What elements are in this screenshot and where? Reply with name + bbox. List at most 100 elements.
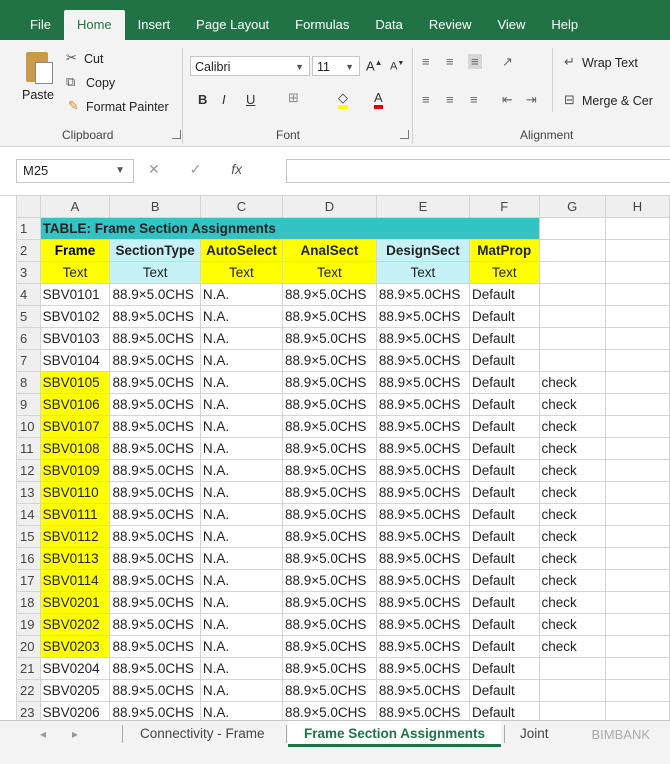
increase-indent-icon[interactable]: ⇥ xyxy=(526,92,537,108)
decrease-font-icon[interactable]: A▼ xyxy=(390,60,404,73)
cell[interactable] xyxy=(604,657,670,680)
cell-auto[interactable]: N.A. xyxy=(199,679,283,702)
cell-mat[interactable]: Default xyxy=(468,547,540,570)
cell-auto[interactable]: N.A. xyxy=(199,283,283,306)
cell-mat[interactable]: Default xyxy=(468,349,540,372)
cell-g[interactable]: check xyxy=(538,569,606,592)
cell[interactable] xyxy=(604,283,670,306)
cell-frame[interactable]: SBV0104 xyxy=(39,349,111,372)
cell-anal[interactable]: 88.9×5.0CHS xyxy=(281,657,377,680)
cell-design[interactable]: 88.9×5.0CHS xyxy=(375,657,470,680)
header-analsect[interactable]: AnalSect xyxy=(281,239,377,262)
cell-section[interactable]: 88.9×5.0CHS xyxy=(109,679,201,702)
cell-mat[interactable]: Default xyxy=(468,283,540,306)
worksheet-grid[interactable]: ABCDEFGH 1 TABLE: Frame Section Assignme… xyxy=(16,195,670,724)
cell-design[interactable]: 88.9×5.0CHS xyxy=(375,635,470,658)
cell-design[interactable]: 88.9×5.0CHS xyxy=(375,459,470,482)
cell-auto[interactable]: N.A. xyxy=(199,613,283,636)
cell-g[interactable]: check xyxy=(538,437,606,460)
merge-center-icon[interactable]: ⊟ xyxy=(564,92,575,108)
cell-mat[interactable]: Default xyxy=(468,327,540,350)
cell-anal[interactable]: 88.9×5.0CHS xyxy=(281,635,377,658)
cell-mat[interactable]: Default xyxy=(468,635,540,658)
cell-frame[interactable]: SBV0203 xyxy=(39,635,111,658)
cell-mat[interactable]: Default xyxy=(468,503,540,526)
unit-cell[interactable]: Text xyxy=(109,261,201,284)
cell-mat[interactable]: Default xyxy=(468,569,540,592)
cell[interactable] xyxy=(604,349,670,372)
cell-frame[interactable]: SBV0111 xyxy=(39,503,111,526)
cell[interactable] xyxy=(604,415,670,438)
cell-design[interactable]: 88.9×5.0CHS xyxy=(375,591,470,614)
cell-auto[interactable]: N.A. xyxy=(199,393,283,416)
cell-auto[interactable]: N.A. xyxy=(199,635,283,658)
row-header[interactable]: 22 xyxy=(16,679,41,702)
cell[interactable] xyxy=(604,503,670,526)
cell[interactable] xyxy=(604,459,670,482)
column-header-c[interactable]: C xyxy=(199,195,283,218)
cell-mat[interactable]: Default xyxy=(468,613,540,636)
prev-sheet-icon[interactable]: ◂ xyxy=(40,727,46,741)
cell-section[interactable]: 88.9×5.0CHS xyxy=(109,393,201,416)
cell[interactable] xyxy=(538,261,606,284)
sheet-tab-joint[interactable]: Joint xyxy=(504,721,565,747)
column-header-d[interactable]: D xyxy=(281,195,377,218)
font-color-icon[interactable]: A xyxy=(374,90,383,109)
cell-mat[interactable]: Default xyxy=(468,415,540,438)
cell-g[interactable] xyxy=(538,305,606,328)
cell-auto[interactable]: N.A. xyxy=(199,481,283,504)
cell-anal[interactable]: 88.9×5.0CHS xyxy=(281,305,377,328)
cell[interactable] xyxy=(604,327,670,350)
align-top-icon[interactable]: ≡ xyxy=(422,54,430,69)
cell-g[interactable]: check xyxy=(538,591,606,614)
cell-frame[interactable]: SBV0106 xyxy=(39,393,111,416)
increase-font-icon[interactable]: A▲ xyxy=(366,58,383,73)
cell[interactable] xyxy=(604,569,670,592)
cell-anal[interactable]: 88.9×5.0CHS xyxy=(281,349,377,372)
cell-design[interactable]: 88.9×5.0CHS xyxy=(375,679,470,702)
column-header-h[interactable]: H xyxy=(604,195,670,218)
cell-mat[interactable]: Default xyxy=(468,591,540,614)
cell[interactable] xyxy=(604,679,670,702)
cell-anal[interactable]: 88.9×5.0CHS xyxy=(281,547,377,570)
decrease-indent-icon[interactable]: ⇤ xyxy=(502,92,513,108)
cell-section[interactable]: 88.9×5.0CHS xyxy=(109,525,201,548)
cell-design[interactable]: 88.9×5.0CHS xyxy=(375,613,470,636)
cell-g[interactable] xyxy=(538,327,606,350)
cell-mat[interactable]: Default xyxy=(468,371,540,394)
cell-design[interactable]: 88.9×5.0CHS xyxy=(375,371,470,394)
cell-section[interactable]: 88.9×5.0CHS xyxy=(109,305,201,328)
cell-frame[interactable]: SBV0114 xyxy=(39,569,111,592)
cell-section[interactable]: 88.9×5.0CHS xyxy=(109,371,201,394)
column-header-e[interactable]: E xyxy=(375,195,470,218)
cell-section[interactable]: 88.9×5.0CHS xyxy=(109,547,201,570)
cell-auto[interactable]: N.A. xyxy=(199,305,283,328)
cell[interactable] xyxy=(604,525,670,548)
cell-anal[interactable]: 88.9×5.0CHS xyxy=(281,525,377,548)
cell-design[interactable]: 88.9×5.0CHS xyxy=(375,547,470,570)
tab-page-layout[interactable]: Page Layout xyxy=(183,10,282,40)
row-header[interactable]: 1 xyxy=(16,217,41,240)
orientation-icon[interactable]: ↗ xyxy=(502,54,513,70)
cut-button[interactable]: Cut xyxy=(84,52,103,66)
row-header[interactable]: 19 xyxy=(16,613,41,636)
cell-g[interactable]: check xyxy=(538,459,606,482)
row-header[interactable]: 11 xyxy=(16,437,41,460)
column-header-b[interactable]: B xyxy=(109,195,201,218)
unit-cell[interactable]: Text xyxy=(39,261,111,284)
align-center-icon[interactable]: ≡ xyxy=(446,92,454,107)
paste-icon[interactable] xyxy=(26,52,53,84)
cell-section[interactable]: 88.9×5.0CHS xyxy=(109,613,201,636)
name-box[interactable]: M25 ▼ xyxy=(16,159,134,183)
cell-frame[interactable]: SBV0112 xyxy=(39,525,111,548)
cell-anal[interactable]: 88.9×5.0CHS xyxy=(281,481,377,504)
cell-section[interactable]: 88.9×5.0CHS xyxy=(109,657,201,680)
cell[interactable] xyxy=(604,635,670,658)
cell-design[interactable]: 88.9×5.0CHS xyxy=(375,437,470,460)
sheet-tab-connectivity-frame[interactable]: Connectivity - Frame xyxy=(124,721,281,747)
font-name-select[interactable]: Calibri ▼ xyxy=(190,56,310,76)
cell-section[interactable]: 88.9×5.0CHS xyxy=(109,437,201,460)
row-header[interactable]: 18 xyxy=(16,591,41,614)
cell-frame[interactable]: SBV0204 xyxy=(39,657,111,680)
cell-g[interactable]: check xyxy=(538,547,606,570)
